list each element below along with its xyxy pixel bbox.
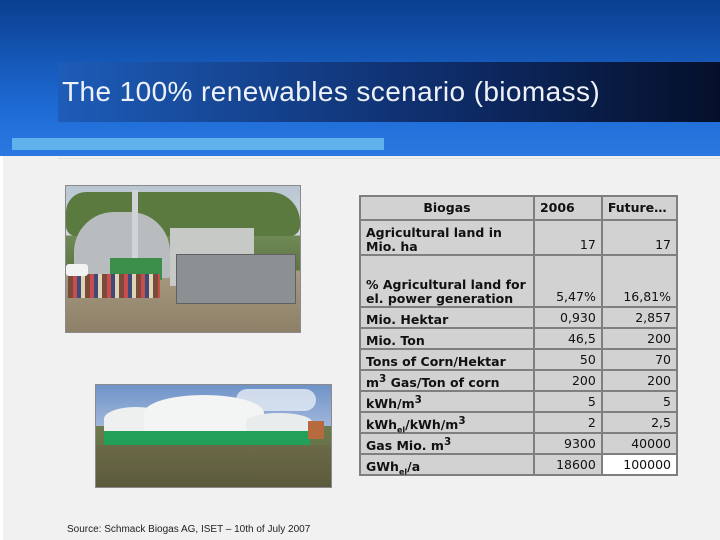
value-future: 16,81% xyxy=(600,254,679,308)
value-future: 2,857 xyxy=(600,306,679,329)
label-part: /kWh/m xyxy=(405,417,459,432)
farm-shed xyxy=(308,421,324,439)
value-2006: 5 xyxy=(532,390,603,413)
row-label: GWhel/a xyxy=(359,453,535,477)
value-2006: 200 xyxy=(532,369,603,392)
right-dome xyxy=(246,413,312,431)
label-subscript: el xyxy=(397,425,406,435)
label-part: m xyxy=(366,375,380,390)
table-row: kWhel/kWh/m3 2 2,5 xyxy=(359,411,679,435)
label-part: Gas Mio. m xyxy=(366,438,444,453)
value-2006: 2 xyxy=(532,411,603,434)
table-row: m3 Gas/Ton of corn 200 200 xyxy=(359,369,679,392)
visitor-group xyxy=(68,274,160,298)
table-row: Mio. Hektar 0,930 2,857 xyxy=(359,306,679,329)
value-future: 17 xyxy=(600,219,679,256)
table-header-row: Biogas 2006 Future… xyxy=(359,195,679,221)
value-2006: 17 xyxy=(532,219,603,256)
accent-bar xyxy=(12,138,384,150)
biogas-plant-photo xyxy=(65,185,301,333)
green-tank-walls xyxy=(104,431,310,445)
label-subscript: el xyxy=(398,467,408,477)
value-2006: 5,47% xyxy=(532,254,603,308)
value-2006: 0,930 xyxy=(532,306,603,329)
row-label: kWh/m3 xyxy=(359,390,535,413)
label-part: kWh/m xyxy=(366,396,415,411)
label-part: GWh xyxy=(366,459,399,474)
row-label: Agricultural land in Mio. ha xyxy=(359,219,535,256)
biogas-data-table: Biogas 2006 Future… Agricultural land in… xyxy=(359,195,679,477)
table-row: Tons of Corn/Hektar 50 70 xyxy=(359,348,679,371)
value-2006: 50 xyxy=(532,348,603,371)
parked-car xyxy=(66,264,88,276)
value-2006: 9300 xyxy=(532,432,603,455)
row-label: kWhel/kWh/m3 xyxy=(359,411,535,435)
row-label: Tons of Corn/Hektar xyxy=(359,348,535,371)
row-label: Mio. Ton xyxy=(359,327,535,350)
row-label: Mio. Hektar xyxy=(359,306,535,329)
row-label: m3 Gas/Ton of corn xyxy=(359,369,535,392)
value-future: 70 xyxy=(600,348,679,371)
value-future: 2,5 xyxy=(600,411,679,434)
value-2006: 46,5 xyxy=(532,327,603,350)
label-part: Gas/Ton of corn xyxy=(386,375,500,390)
feeding-container xyxy=(176,254,296,304)
table-row: GWhel/a 18600 100000 xyxy=(359,453,679,477)
header-future: Future… xyxy=(600,195,679,221)
label-superscript: 3 xyxy=(458,414,466,427)
header-biogas: Biogas xyxy=(359,195,535,221)
field-ground xyxy=(96,445,331,487)
exhaust-chimney xyxy=(132,190,138,260)
label-part: /a xyxy=(407,459,421,474)
table-row: Gas Mio. m3 9300 40000 xyxy=(359,432,679,455)
content-divider xyxy=(58,158,720,159)
value-future: 200 xyxy=(600,327,679,350)
slide-title: The 100% renewables scenario (biomass) xyxy=(62,76,601,107)
label-part: kWh xyxy=(366,417,397,432)
table-row: Mio. Ton 46,5 200 xyxy=(359,327,679,350)
value-future: 40000 xyxy=(600,432,679,455)
value-2006: 18600 xyxy=(532,453,603,476)
row-label: Gas Mio. m3 xyxy=(359,432,535,455)
table-row: kWh/m3 5 5 xyxy=(359,390,679,413)
row-label: % Agricultural land for el. power genera… xyxy=(359,254,535,308)
label-superscript: 3 xyxy=(443,435,452,448)
table-row: Agricultural land in Mio. ha 17 17 xyxy=(359,219,679,256)
table-row: % Agricultural land for el. power genera… xyxy=(359,254,679,308)
value-future: 5 xyxy=(600,390,679,413)
label-superscript: 3 xyxy=(414,393,422,406)
biogas-domes-photo xyxy=(95,384,332,488)
source-citation: Source: Schmack Biogas AG, ISET – 10th o… xyxy=(67,524,311,535)
header-2006: 2006 xyxy=(532,195,603,221)
value-future: 200 xyxy=(600,369,679,392)
value-future: 100000 xyxy=(600,453,679,476)
